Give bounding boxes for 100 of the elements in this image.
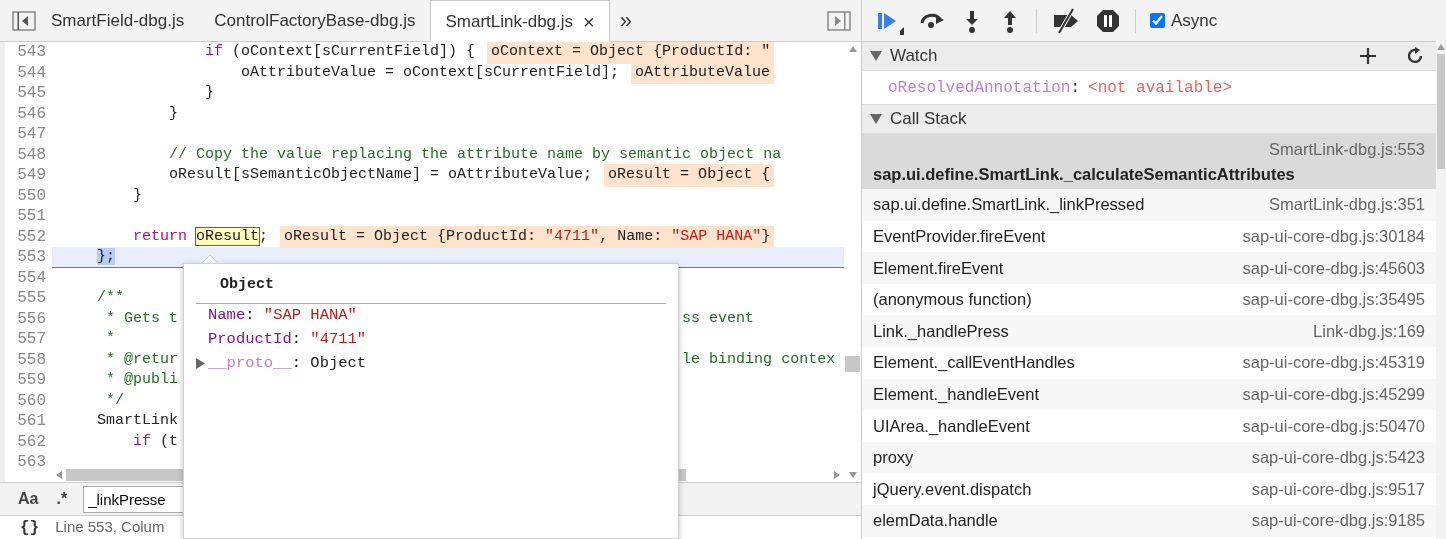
- code-line: }: [133, 185, 143, 206]
- section-header[interactable]: Watch: [862, 42, 1436, 71]
- scroll-down-icon[interactable]: [848, 472, 857, 478]
- function-name: sap.ui.define.SmartLink._linkPressed: [873, 194, 1145, 216]
- call-frame[interactable]: UIArea._handleEvent sap-ui-core-dbg.js:50470: [862, 410, 1436, 442]
- section-header[interactable]: Call Stack: [862, 105, 1436, 134]
- code-line: oAttributeValue = oContext[sCurrentField];: [241, 62, 620, 83]
- vertical-scrollbar-thumb[interactable]: [845, 356, 860, 372]
- line-number: 555: [16, 288, 47, 309]
- line-number: 557: [16, 329, 47, 350]
- scroll-up-icon[interactable]: [848, 46, 857, 52]
- source-location: SmartLink-dbg.js:351: [1269, 194, 1425, 216]
- line-number: 548: [16, 144, 47, 165]
- code-line: }: [205, 83, 215, 103]
- function-name: sap.ui.define.SmartLink._calculateSemanticAttributes: [873, 163, 1296, 185]
- line-number: 553: [16, 247, 47, 268]
- scroll-up-icon[interactable]: [1437, 44, 1445, 50]
- code-line: if (t: [133, 431, 179, 452]
- line-number: 545: [16, 83, 47, 104]
- function-name: Link._handlePress: [873, 320, 1009, 342]
- add-icon[interactable]: [1360, 48, 1376, 64]
- line-number: 547: [16, 124, 47, 145]
- call-frame[interactable]: proxy sap-ui-core-dbg.js:5423: [862, 441, 1436, 474]
- call-frame[interactable]: jQuery.event.dispatch sap-ui-core-dbg.js:9517: [862, 473, 1436, 505]
- more-tabs-button[interactable]: »: [609, 0, 642, 41]
- line-number: 552: [16, 226, 47, 247]
- call-frame[interactable]: sap.ui.define.SmartLink._linkPressed SmartLink-dbg.js:351: [862, 189, 1436, 221]
- function-name: Element._callEventHandles: [873, 352, 1075, 374]
- code-line: */: [106, 390, 125, 411]
- code-line: * Gets t: [106, 308, 179, 329]
- call-frame[interactable]: Link._handlePress Link-dbg.js:169: [862, 315, 1436, 347]
- code-line: /**: [97, 288, 125, 308]
- code-line: ss event: [682, 308, 755, 329]
- line-number: 559: [16, 370, 47, 391]
- object-property: __proto__: Object: [208, 352, 367, 374]
- line-number: 556: [16, 308, 47, 329]
- call-frame[interactable]: Element._handleEvent sap-ui-core-dbg.js:45299: [862, 378, 1436, 411]
- inline-value: oResult = Object {ProductId: "4711", Name: "SAP HANA"}: [280, 225, 775, 248]
- source-location: sap-ui-core-dbg.js:30184: [1242, 226, 1425, 247]
- expand-icon[interactable]: [196, 358, 208, 369]
- code-line: * @publi: [106, 370, 179, 390]
- code-line: return oResult;: [133, 226, 269, 247]
- inline-value: oContext = Object {ProductId: ": [487, 42, 775, 64]
- close-icon[interactable]: ×: [583, 11, 595, 32]
- function-name: UIArea._handleEvent: [873, 415, 1030, 437]
- call-frame[interactable]: Element._callEventHandles sap-ui-core-dbg.js:45319: [862, 346, 1436, 379]
- file-tab[interactable]: SmartLink-dbg.js ×: [430, 0, 610, 42]
- code-line: le binding contex: [682, 349, 836, 370]
- source-location: sap-ui-core-dbg.js:5423: [1251, 447, 1425, 469]
- line-number: 561: [16, 411, 47, 432]
- line-number: 549: [16, 165, 47, 186]
- match-case-toggle[interactable]: Aa: [16, 487, 41, 511]
- function-name: proxy: [873, 447, 914, 469]
- refresh-icon[interactable]: [1408, 47, 1424, 65]
- scroll-right-icon[interactable]: [834, 471, 840, 479]
- source-location: Link-dbg.js:169: [1313, 320, 1425, 342]
- call-frame[interactable]: elemData.handle sap-ui-core-dbg.js:9185: [862, 504, 1436, 537]
- source-location: sap-ui-core-dbg.js:45319: [1242, 352, 1425, 374]
- function-name: Element.fireEvent: [873, 257, 1004, 279]
- pretty-print-button[interactable]: {}: [20, 515, 40, 539]
- source-location: sap-ui-core-dbg.js:9517: [1251, 478, 1425, 500]
- file-tab[interactable]: SmartField-dbg.js: [36, 0, 200, 41]
- source-location: SmartLink-dbg.js:553: [1268, 138, 1425, 160]
- call-frame[interactable]: Element.fireEvent sap-ui-core-dbg.js:45603: [862, 252, 1436, 284]
- line-number: 543: [16, 42, 47, 63]
- function-name: Element._handleEvent: [873, 384, 1040, 405]
- code-line: if (oContext[sCurrentField]) {: [205, 42, 476, 62]
- regex-toggle[interactable]: .*: [54, 487, 70, 511]
- expand-triangle-icon[interactable]: [870, 51, 882, 61]
- line-number: 558: [16, 349, 47, 370]
- checkbox-label: Async: [1171, 9, 1218, 32]
- inline-value: oAttributeValue: [631, 61, 775, 84]
- inline-value: oResult = Object {: [604, 164, 775, 187]
- source-location: sap-ui-core-dbg.js:50470: [1242, 415, 1425, 437]
- line-number: 546: [16, 103, 47, 124]
- code-line: oResult[sSemanticObjectName] = oAttributeValue;: [169, 165, 593, 185]
- line-number: 551: [16, 206, 47, 227]
- code-line: *: [106, 329, 116, 349]
- line-number: 544: [16, 62, 47, 83]
- line-number: 554: [16, 267, 47, 288]
- source-location: sap-ui-core-dbg.js:35495: [1242, 289, 1425, 311]
- object-property: Name: "SAP HANA": [208, 304, 357, 326]
- function-name: EventProvider.fireEvent: [873, 226, 1046, 247]
- call-frame[interactable]: (anonymous function) sap-ui-core-dbg.js:35495: [862, 283, 1436, 316]
- code-line: * @retur: [106, 349, 179, 370]
- code-line: SmartLink: [97, 411, 179, 431]
- async-checkbox[interactable]: [1150, 13, 1165, 28]
- code-line: // Copy the value replacing the attribute name by semantic object na: [169, 144, 782, 165]
- source-location: sap-ui-core-dbg.js:45603: [1242, 257, 1425, 279]
- vertical-scrollbar-thumb[interactable]: [1437, 54, 1445, 169]
- popover-title: Object: [196, 268, 666, 304]
- function-name: elemData.handle: [873, 510, 998, 532]
- line-number: 560: [16, 390, 47, 411]
- scroll-left-icon[interactable]: [56, 471, 62, 479]
- line-number: 562: [16, 431, 47, 452]
- file-tab[interactable]: ControlFactoryBase-dbg.js: [199, 0, 431, 41]
- call-frame[interactable]: EventProvider.fireEvent sap-ui-core-dbg.js:30184: [862, 220, 1436, 253]
- expand-triangle-icon[interactable]: [870, 114, 882, 124]
- function-name: jQuery.event.dispatch: [873, 478, 1032, 500]
- source-location: sap-ui-core-dbg.js:9185: [1251, 510, 1425, 532]
